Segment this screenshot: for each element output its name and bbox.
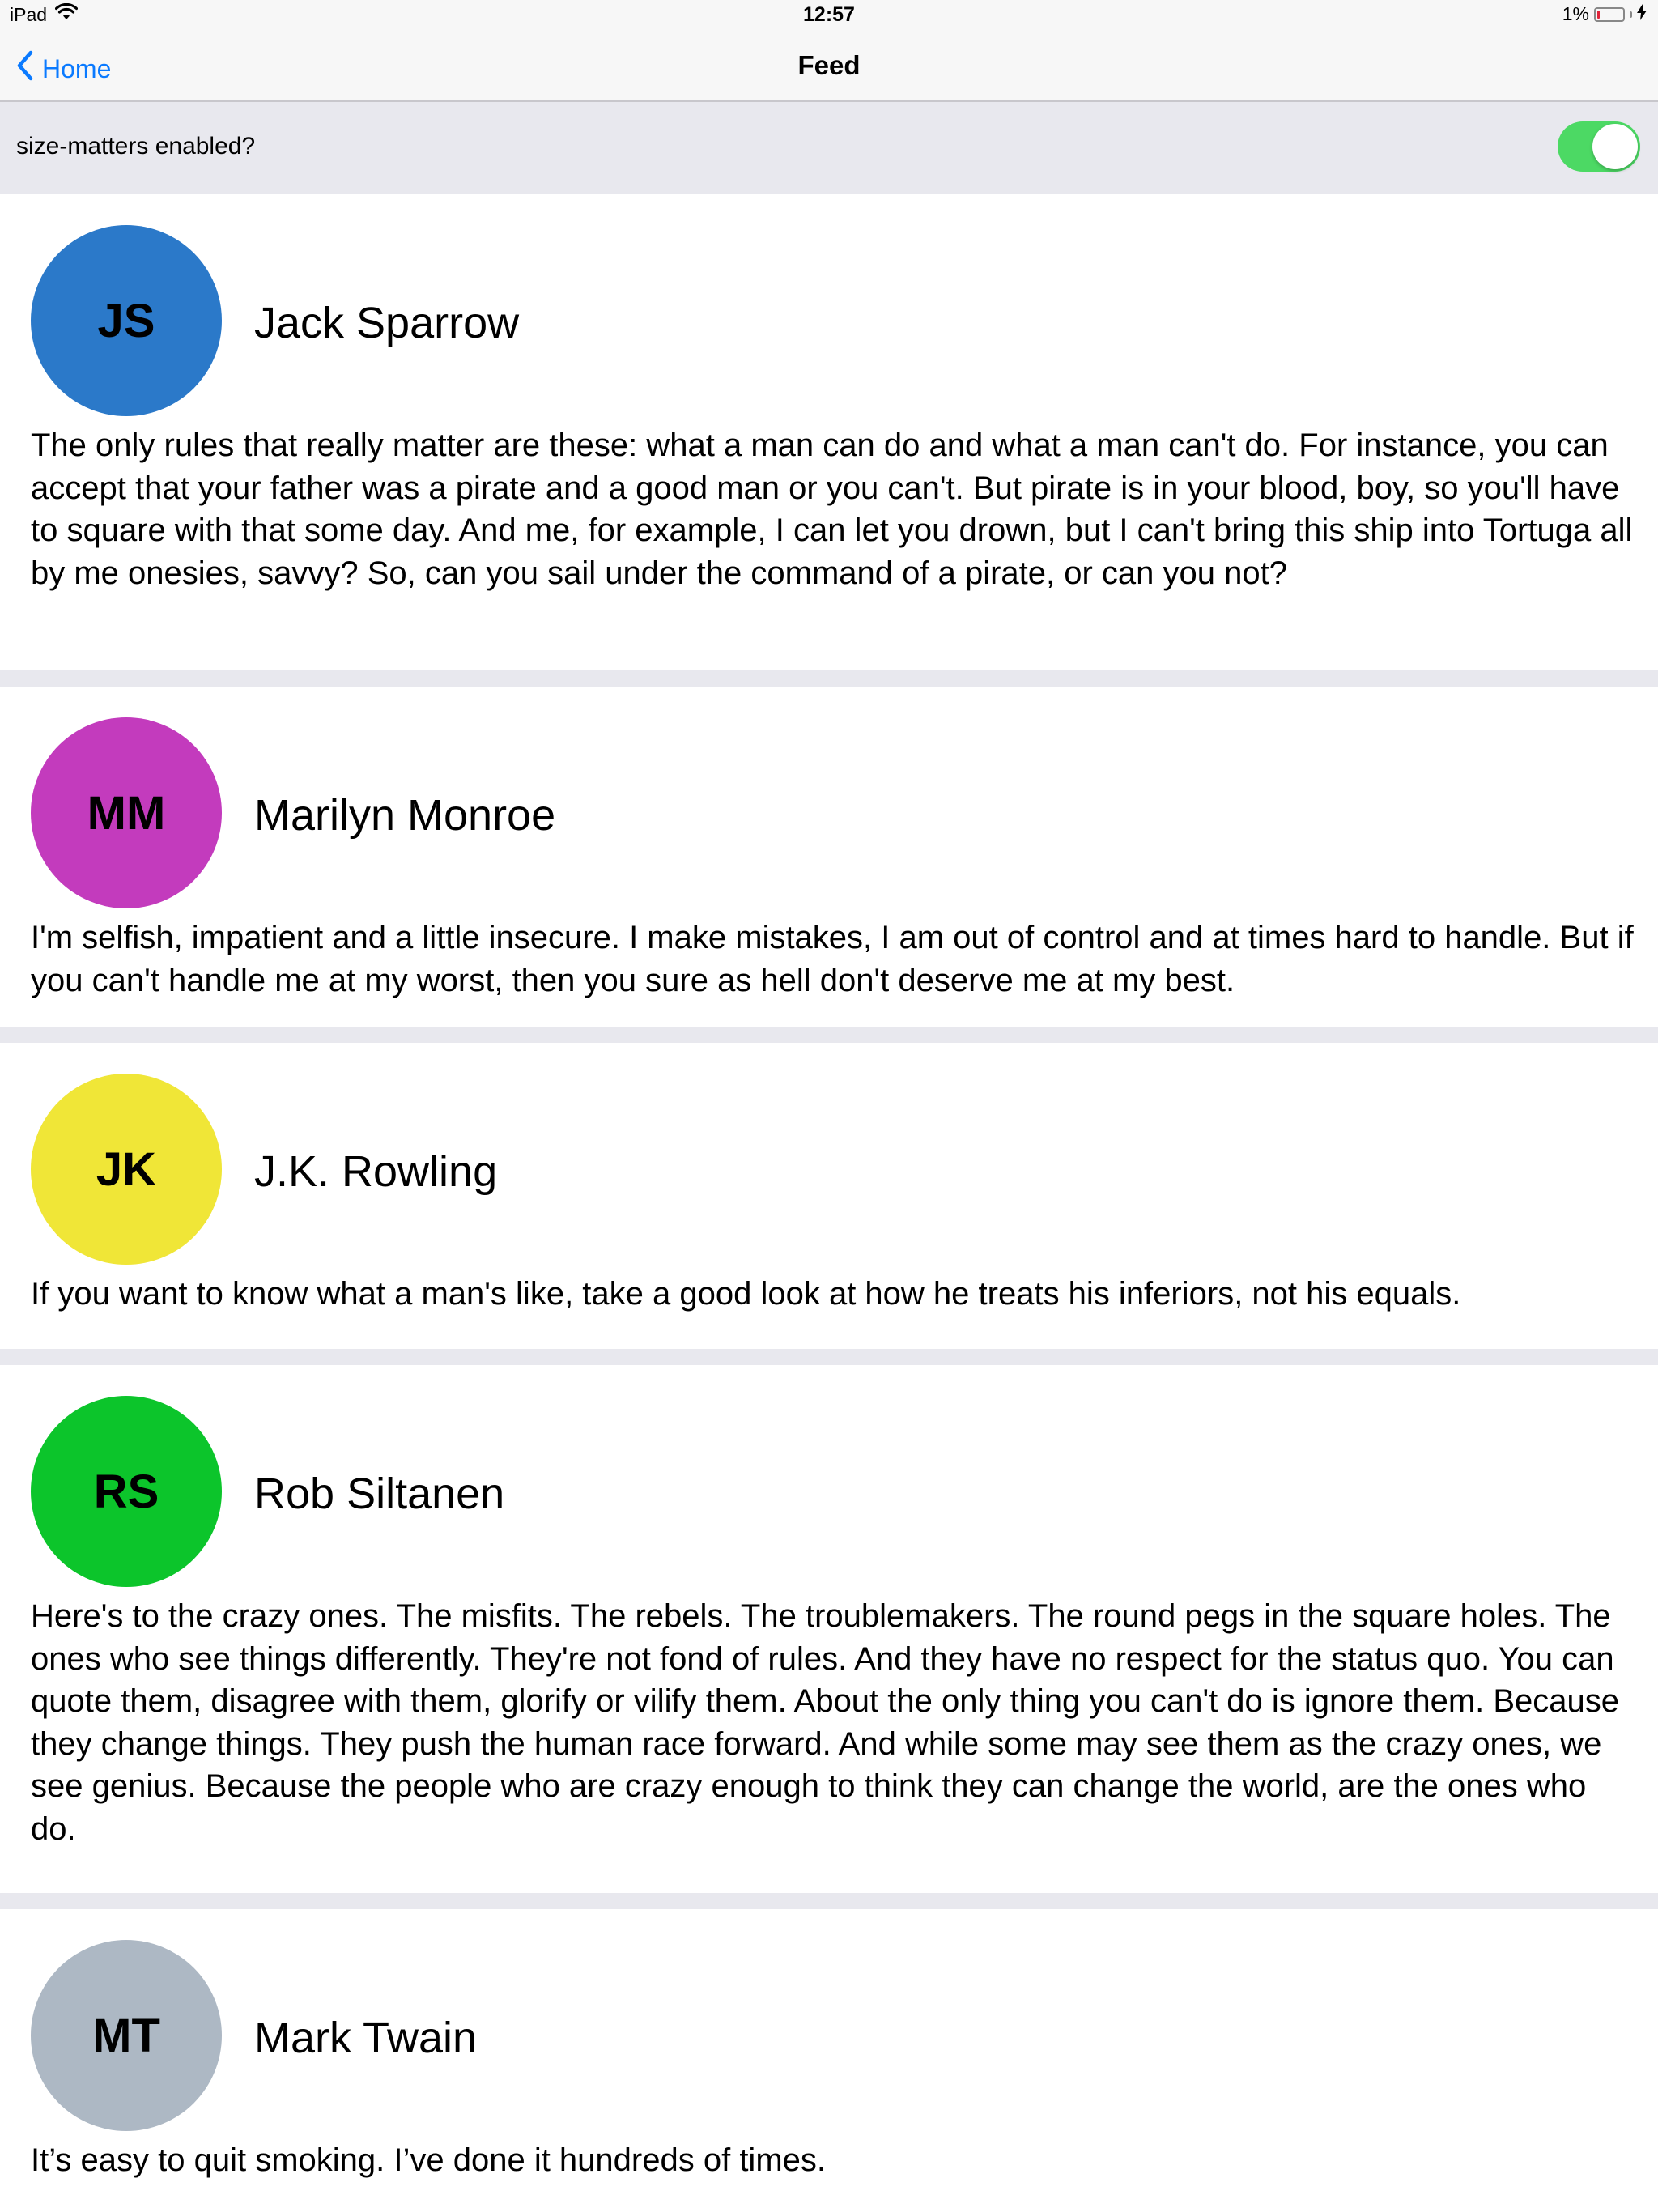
avatar: JS [31, 225, 222, 416]
author-name: J.K. Rowling [254, 1147, 498, 1196]
separator [0, 1893, 1658, 1909]
feed-card: JS Jack Sparrow The only rules that real… [0, 194, 1658, 670]
feed-card: JK J.K. Rowling If you want to know what… [0, 1043, 1658, 1349]
quote-text: It’s easy to quit smoking. I’ve done it … [31, 2142, 826, 2178]
quote-text: I'm selfish, impatient and a little inse… [31, 920, 1634, 998]
toggle-label: size-matters enabled? [16, 133, 256, 160]
charging-bolt-icon [1637, 3, 1647, 25]
size-matters-toggle[interactable] [1558, 121, 1640, 172]
separator [0, 1027, 1658, 1043]
settings-row: size-matters enabled? [0, 102, 1658, 194]
feed-card: MT Mark Twain It’s easy to quit smoking.… [0, 1909, 1658, 2212]
navigation-bar: Home Feed [0, 32, 1658, 102]
battery-icon [1594, 6, 1625, 22]
author-name: Mark Twain [254, 2014, 478, 2062]
avatar-initials: RS [93, 1465, 159, 1518]
avatar-initials: JS [97, 294, 155, 347]
avatar: MT [31, 1940, 222, 2131]
quote-text: Here's to the crazy ones. The misfits. T… [31, 1598, 1620, 1847]
page-title: Feed [797, 50, 861, 80]
avatar-initials: MM [87, 786, 166, 840]
status-right: 1% [1562, 3, 1647, 25]
avatar: JK [31, 1074, 222, 1265]
author-name: Marilyn Monroe [254, 791, 556, 840]
toggle-knob [1592, 124, 1638, 169]
status-time: 12:57 [803, 3, 855, 26]
separator [0, 1349, 1658, 1365]
avatar: MM [31, 717, 222, 908]
quote-text: The only rules that really matter are th… [31, 428, 1633, 591]
battery-tip [1630, 11, 1632, 18]
author-name: Jack Sparrow [254, 299, 520, 347]
status-bar: iPad 12:57 1% [0, 0, 1658, 32]
avatar-initials: JK [96, 1142, 157, 1196]
avatar-initials: MT [92, 2009, 160, 2062]
quote-text: If you want to know what a man's like, t… [31, 1276, 1461, 1312]
separator [0, 670, 1658, 687]
avatar: RS [31, 1396, 222, 1587]
battery-percent: 1% [1562, 3, 1589, 24]
feed-card: MM Marilyn Monroe I'm selfish, impatient… [0, 687, 1658, 1027]
author-name: Rob Siltanen [254, 1470, 505, 1518]
feed-card: RS Rob Siltanen Here's to the crazy ones… [0, 1365, 1658, 1877]
